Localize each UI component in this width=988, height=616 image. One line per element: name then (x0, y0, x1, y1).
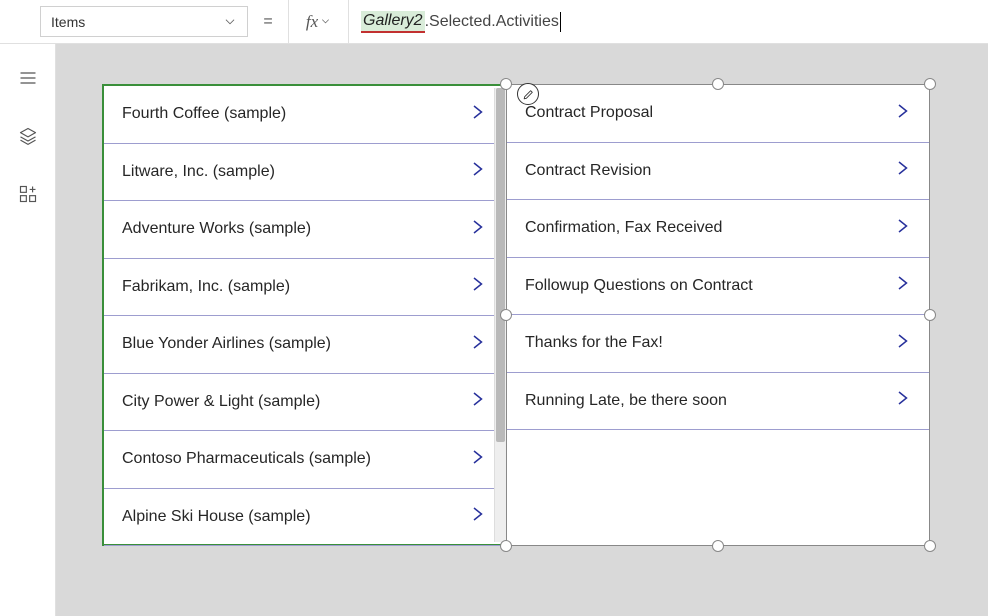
fx-label: fx (306, 12, 318, 32)
list-item[interactable]: City Power & Light (sample) (104, 374, 504, 432)
gallery-accounts[interactable]: Fourth Coffee (sample) Litware, Inc. (sam… (102, 84, 506, 546)
list-item[interactable]: Contract Revision (507, 143, 929, 201)
list-item[interactable]: Fourth Coffee (sample) (104, 86, 504, 144)
list-item[interactable]: Contract Proposal (507, 85, 929, 143)
edit-template-button[interactable] (517, 83, 539, 105)
resize-handle-nw[interactable] (500, 78, 512, 90)
list-item[interactable]: Confirmation, Fax Received (507, 200, 929, 258)
list-item-label: City Power & Light (sample) (122, 393, 320, 411)
scrollbar-thumb[interactable] (496, 88, 505, 442)
list-item-label: Contract Revision (525, 162, 651, 180)
design-canvas[interactable]: Fourth Coffee (sample) Litware, Inc. (sam… (56, 44, 988, 616)
chevron-right-icon[interactable] (893, 215, 911, 242)
list-item[interactable]: Blue Yonder Airlines (sample) (104, 316, 504, 374)
gallery-activities[interactable]: Contract Proposal Contract Revision Confir… (506, 84, 930, 546)
list-item[interactable]: Contoso Pharmaceuticals (sample) (104, 431, 504, 489)
chevron-down-icon (320, 16, 331, 27)
chevron-right-icon[interactable] (468, 446, 486, 473)
resize-handle-s[interactable] (712, 540, 724, 552)
resize-handle-e[interactable] (924, 309, 936, 321)
chevron-right-icon[interactable] (468, 101, 486, 128)
insert-button[interactable] (16, 182, 40, 206)
chevron-right-icon[interactable] (893, 100, 911, 127)
formula-input[interactable]: Gallery2.Selected.Activities (348, 0, 988, 43)
resize-handle-se[interactable] (924, 540, 936, 552)
resize-handle-w[interactable] (500, 309, 512, 321)
resize-handle-sw[interactable] (500, 540, 512, 552)
list-item-label: Adventure Works (sample) (122, 220, 311, 238)
list-item[interactable]: Fabrikam, Inc. (sample) (104, 259, 504, 317)
property-selector[interactable]: Items (40, 6, 248, 37)
hamburger-button[interactable] (16, 66, 40, 90)
chevron-right-icon[interactable] (893, 387, 911, 414)
menu-icon (18, 68, 38, 88)
list-item-label: Litware, Inc. (sample) (122, 163, 275, 181)
property-selector-label: Items (51, 14, 85, 30)
layers-icon (18, 126, 38, 146)
fx-button[interactable]: fx (288, 0, 348, 43)
equals-sign: = (248, 0, 288, 43)
list-item[interactable]: Running Late, be there soon (507, 373, 929, 431)
list-item-label: Contoso Pharmaceuticals (sample) (122, 450, 371, 468)
chevron-right-icon[interactable] (468, 216, 486, 243)
chevron-right-icon[interactable] (893, 272, 911, 299)
list-item-label: Fabrikam, Inc. (sample) (122, 278, 290, 296)
list-item-label: Followup Questions on Contract (525, 277, 753, 295)
chevron-right-icon[interactable] (893, 330, 911, 357)
list-item-label: Blue Yonder Airlines (sample) (122, 335, 331, 353)
apps-icon (18, 184, 38, 204)
list-item[interactable]: Followup Questions on Contract (507, 258, 929, 316)
list-item-label: Contract Proposal (525, 104, 653, 122)
list-item[interactable]: Litware, Inc. (sample) (104, 144, 504, 202)
list-item[interactable]: Thanks for the Fax! (507, 315, 929, 373)
list-item-label: Fourth Coffee (sample) (122, 105, 286, 123)
list-item-label: Running Late, be there soon (525, 392, 727, 410)
chevron-right-icon[interactable] (893, 157, 911, 184)
tree-view-button[interactable] (16, 124, 40, 148)
chevron-down-icon (223, 15, 237, 29)
formula-token-gallery2: Gallery2 (361, 11, 425, 33)
resize-handle-ne[interactable] (924, 78, 936, 90)
pencil-icon (522, 88, 535, 101)
list-item[interactable]: Alpine Ski House (sample) (104, 489, 504, 547)
chevron-right-icon[interactable] (468, 273, 486, 300)
chevron-right-icon[interactable] (468, 158, 486, 185)
text-caret (560, 12, 561, 32)
list-item[interactable]: Adventure Works (sample) (104, 201, 504, 259)
left-icon-rail (0, 44, 56, 616)
list-item-label: Thanks for the Fax! (525, 334, 663, 352)
resize-handle-n[interactable] (712, 78, 724, 90)
list-item-label: Confirmation, Fax Received (525, 219, 722, 237)
formula-bar: Items = fx Gallery2.Selected.Activities (0, 0, 988, 44)
chevron-right-icon[interactable] (468, 388, 486, 415)
chevron-right-icon[interactable] (468, 503, 486, 530)
formula-token-rest: .Selected.Activities (425, 13, 559, 31)
chevron-right-icon[interactable] (468, 331, 486, 358)
list-item-label: Alpine Ski House (sample) (122, 508, 311, 526)
